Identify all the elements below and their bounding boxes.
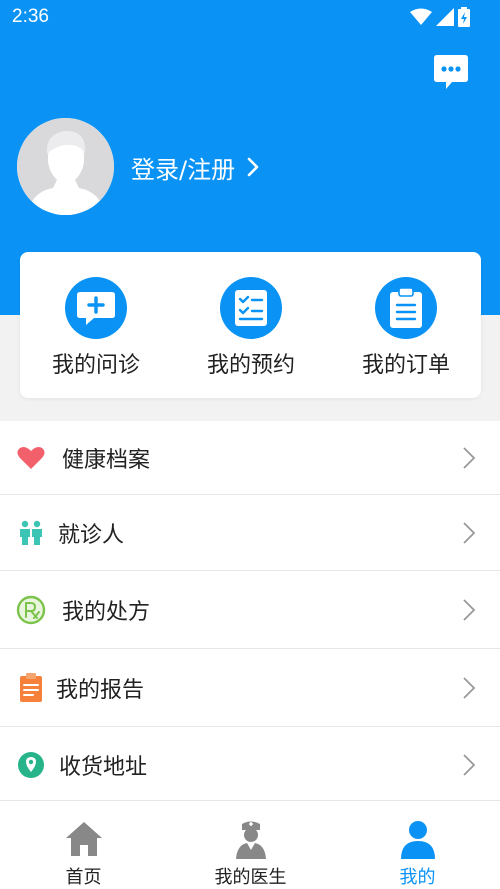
doctor-icon — [235, 821, 266, 859]
signal-icon — [436, 8, 454, 26]
status-time: 2:36 — [12, 6, 49, 27]
menu-item-label: 就诊人 — [58, 522, 125, 548]
status-icons — [410, 7, 470, 27]
quick-actions-card: 我的问诊 我的预约 我的订单 — [20, 252, 481, 398]
login-register-link[interactable]: 登录/注册 — [131, 150, 259, 184]
menu-item-label: 收货地址 — [59, 754, 148, 780]
menu-item-health-records[interactable]: 健康档案 — [0, 421, 500, 495]
chat-bubble-icon — [434, 55, 468, 89]
tab-home[interactable]: 首页 — [0, 801, 167, 889]
chevron-right-icon — [463, 598, 476, 621]
consult-chat-icon — [65, 277, 127, 339]
person-icon — [400, 821, 435, 859]
tab-me[interactable]: 我的 — [334, 801, 500, 889]
menu-list: 健康档案 就诊人 我的处方 我的报告 收货地址 — [0, 421, 500, 803]
location-pin-icon — [16, 750, 46, 780]
my-appointments-label: 我的预约 — [206, 353, 295, 378]
menu-item-prescriptions[interactable]: 我的处方 — [0, 571, 500, 649]
heart-icon — [16, 443, 46, 473]
chevron-right-icon — [463, 446, 476, 469]
my-orders-label: 我的订单 — [361, 353, 450, 378]
chevron-right-icon — [247, 157, 259, 177]
bottom-tab-bar: 首页 我的医生 我的 — [0, 800, 500, 889]
battery-icon — [458, 7, 470, 27]
menu-item-label: 健康档案 — [62, 447, 151, 473]
wifi-icon — [410, 8, 432, 25]
my-consultations-button[interactable]: 我的问诊 — [23, 277, 163, 387]
prescription-icon — [16, 595, 46, 625]
people-icon — [16, 518, 46, 548]
menu-item-patients[interactable]: 就诊人 — [0, 495, 500, 571]
chevron-right-icon — [463, 753, 476, 776]
login-register-label: 登录/注册 — [131, 155, 236, 184]
my-appointments-button[interactable]: 我的预约 — [178, 277, 318, 387]
chevron-right-icon — [463, 521, 476, 544]
chevron-right-icon — [463, 676, 476, 699]
tab-label: 我的 — [399, 867, 436, 888]
status-bar: 2:36 — [0, 0, 500, 34]
my-consultations-label: 我的问诊 — [51, 353, 140, 378]
menu-item-reports[interactable]: 我的报告 — [0, 649, 500, 727]
my-orders-button[interactable]: 我的订单 — [333, 277, 473, 387]
avatar[interactable] — [17, 118, 114, 215]
checklist-icon — [220, 277, 282, 339]
menu-item-shipping-address[interactable]: 收货地址 — [0, 727, 500, 803]
clipboard-icon — [375, 277, 437, 339]
menu-item-label: 我的处方 — [62, 599, 151, 625]
tab-label: 我的医生 — [214, 867, 287, 888]
message-button[interactable] — [432, 53, 470, 91]
default-avatar-icon — [17, 118, 114, 215]
home-icon — [65, 822, 102, 856]
tab-label: 首页 — [65, 867, 102, 888]
menu-item-label: 我的报告 — [56, 677, 145, 703]
report-icon — [16, 672, 46, 703]
tab-my-doctor[interactable]: 我的医生 — [167, 801, 334, 889]
